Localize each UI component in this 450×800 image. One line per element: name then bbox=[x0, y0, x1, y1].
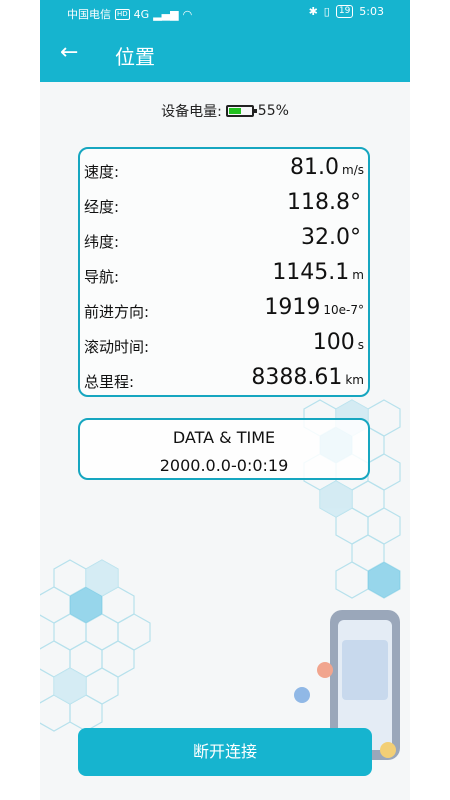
carrier-label: 中国电信 bbox=[67, 8, 111, 21]
network-type: 4G bbox=[133, 7, 150, 21]
metric-value-group: 100 s bbox=[313, 330, 364, 355]
metric-row: 速度: 81.0 m/s bbox=[80, 153, 368, 185]
metric-label: 总里程: bbox=[84, 373, 135, 391]
metric-row: 总里程: 8388.61 km bbox=[80, 363, 368, 395]
metric-label: 经度: bbox=[84, 198, 120, 216]
hd-badge: HD bbox=[115, 8, 130, 20]
wifi-icon: ◠ bbox=[182, 7, 193, 21]
status-bar: 中国电信 HD 4G ▂▄▆ ◠ ✱ ▯ 19 5:03 bbox=[40, 0, 410, 26]
metric-value-group: 1919 10e-7° bbox=[264, 295, 364, 320]
back-arrow-icon[interactable]: ← bbox=[60, 40, 78, 65]
device-battery-percent: 55% bbox=[257, 103, 289, 119]
metric-value: 32.0° bbox=[301, 225, 361, 250]
page-title: 位置 bbox=[115, 45, 155, 69]
metric-value-group: 1145.1 m bbox=[272, 260, 364, 285]
status-left: 中国电信 HD 4G ▂▄▆ ◠ bbox=[67, 6, 192, 22]
metric-value: 1919 bbox=[264, 295, 321, 320]
metric-label: 纬度: bbox=[84, 233, 120, 251]
metric-label: 滚动时间: bbox=[84, 338, 150, 356]
phone-battery-indicator: 19 bbox=[335, 5, 354, 18]
vibrate-icon: ▯ bbox=[323, 5, 330, 18]
metric-unit: m bbox=[352, 268, 364, 282]
metric-value-group: 81.0 m/s bbox=[290, 155, 364, 180]
metric-value: 118.8° bbox=[287, 190, 361, 215]
datetime-title: DATA & TIME bbox=[172, 428, 276, 447]
metrics-card: 速度: 81.0 m/s 经度: 118.8° 纬度: 32.0° 导航: 1145.1 m 前进方… bbox=[78, 147, 370, 397]
metric-label: 导航: bbox=[84, 268, 120, 286]
metric-value-group: 118.8° bbox=[287, 190, 364, 215]
clock-time: 5:03 bbox=[359, 5, 384, 18]
metric-label: 前进方向: bbox=[84, 303, 150, 321]
device-battery-fill bbox=[228, 108, 241, 114]
battery-tip bbox=[253, 109, 257, 113]
metric-row: 纬度: 32.0° bbox=[80, 223, 368, 255]
metric-value-group: 32.0° bbox=[301, 225, 364, 250]
metric-value: 8388.61 bbox=[251, 365, 343, 390]
signal-icon: ▂▄▆ bbox=[153, 7, 179, 21]
metric-value: 81.0 bbox=[290, 155, 340, 180]
datetime-card: DATA & TIME 2000.0.0-0:0:19 bbox=[78, 418, 370, 480]
metric-value-group: 8388.61 km bbox=[251, 365, 364, 390]
metric-row: 滚动时间: 100 s bbox=[80, 328, 368, 360]
metric-unit: m/s bbox=[342, 163, 364, 177]
metric-value: 100 bbox=[312, 330, 355, 355]
metric-row: 前进方向: 1919 10e-7° bbox=[80, 293, 368, 325]
metric-unit: km bbox=[345, 373, 364, 387]
device-battery-label: 设备电量: bbox=[161, 104, 222, 120]
metric-value: 1145.1 bbox=[272, 260, 350, 285]
metric-row: 导航: 1145.1 m bbox=[80, 258, 368, 290]
metric-row: 经度: 118.8° bbox=[80, 188, 368, 220]
metric-unit: 10e-7° bbox=[323, 303, 364, 317]
metric-label: 速度: bbox=[84, 163, 120, 181]
disconnect-button[interactable]: 断开连接 bbox=[78, 728, 372, 776]
app-bar: ← 位置 bbox=[40, 26, 410, 82]
device-battery-row: 设备电量: 55% bbox=[40, 101, 410, 121]
app-screen: 中国电信 HD 4G ▂▄▆ ◠ ✱ ▯ 19 5:03 ← 位置 设备电量: … bbox=[40, 0, 410, 800]
disconnect-label: 断开连接 bbox=[192, 744, 257, 761]
datetime-value: 2000.0.0-0:0:19 bbox=[159, 456, 289, 475]
metric-unit: s bbox=[357, 338, 364, 352]
device-battery-icon bbox=[225, 105, 257, 117]
status-right: ✱ ▯ 19 5:03 bbox=[309, 5, 384, 18]
bluetooth-icon: ✱ bbox=[308, 5, 318, 18]
